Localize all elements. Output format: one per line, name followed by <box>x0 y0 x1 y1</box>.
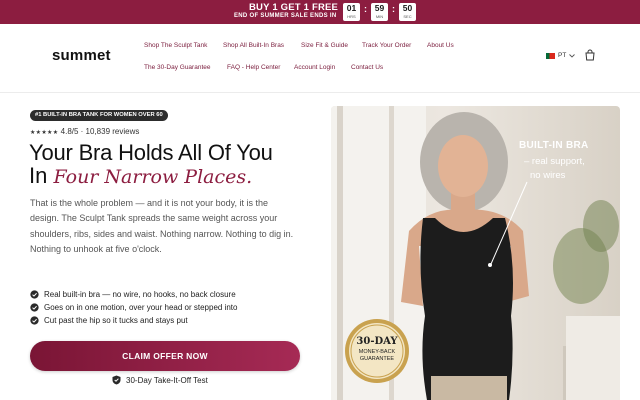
claim-offer-button[interactable]: CLAIM OFFER NOW <box>30 341 300 371</box>
nav-faq-help-center[interactable]: FAQ - Help Center <box>227 64 280 71</box>
chevron-down-icon <box>569 53 576 58</box>
benefit-item: Goes on in one motion, over your head or… <box>30 301 237 314</box>
promo-headline: BUY 1 GET 1 FREE <box>249 2 339 13</box>
overlay-line: no wires <box>530 170 566 181</box>
overlay-line: – real support, <box>524 156 585 167</box>
countdown-timer: 01 HRS : 59 MIN : 50 SEC <box>343 3 416 21</box>
benefit-item: Cut past the hip so it tucks and stays p… <box>30 314 237 327</box>
seal-line: MONEY-BACK <box>358 349 396 355</box>
timer-seconds: 50 SEC <box>399 3 416 21</box>
nav-shop-built-in-bras[interactable]: Shop All Built-In Bras <box>223 42 284 49</box>
nav-account-login[interactable]: Account Login <box>294 64 335 71</box>
cart-icon[interactable] <box>584 49 596 61</box>
timer-minutes: 59 MIN <box>371 3 388 21</box>
nav-contact-us[interactable]: Contact Us <box>351 64 383 71</box>
nav-track-order[interactable]: Track Your Order <box>362 42 411 49</box>
portugal-flag-icon <box>546 52 555 59</box>
hero-body-text: That is the whole problem — and it is no… <box>30 198 294 254</box>
check-badge-icon <box>30 303 39 312</box>
nav-about-us[interactable]: About Us <box>427 42 454 49</box>
hero-badge: #1 BUILT-IN BRA TANK FOR WOMEN OVER 60 <box>30 110 168 121</box>
nav-30-day-guarantee[interactable]: The 30-Day Guarantee <box>144 64 210 71</box>
hero-headline-accent: Four Narrow Places. <box>53 166 253 188</box>
hero-headline-line2: In Four Narrow Places. <box>29 163 253 188</box>
shield-check-icon <box>112 375 121 385</box>
promo-bar: BUY 1 GET 1 FREE END OF SUMMER SALE ENDS… <box>0 0 640 24</box>
nav-size-fit-guide[interactable]: Size Fit & Guide <box>301 42 348 49</box>
promo-subline: END OF SUMMER SALE ENDS IN <box>234 13 337 19</box>
language-code: PT <box>558 52 567 59</box>
language-selector[interactable]: PT <box>546 52 576 59</box>
seal-line: GUARANTEE <box>359 356 395 362</box>
benefit-item: Real built-in bra — no wire, no hooks, n… <box>30 288 237 301</box>
check-badge-icon <box>30 316 39 325</box>
rating-summary: ★★★★★ 4.8/5 · 10,839 reviews <box>30 127 139 136</box>
benefit-list: Real built-in bra — no wire, no hooks, n… <box>30 288 237 327</box>
rating-stars: ★★★★★ <box>30 130 59 136</box>
rating-text: 4.8/5 · 10,839 reviews <box>60 127 140 136</box>
timer-hours: 01 HRS <box>343 3 360 21</box>
header-divider <box>0 92 640 93</box>
seal-days: 30-DAY <box>356 336 398 347</box>
guarantee-note: 30-Day Take-It-Off Test <box>112 375 208 385</box>
site-logo[interactable]: summet <box>52 47 111 64</box>
money-back-seal: 30-DAY MONEY-BACK GUARANTEE <box>344 318 410 384</box>
nav-shop-sculpt-tank[interactable]: Shop The Sculpt Tank <box>144 42 207 49</box>
check-badge-icon <box>30 290 39 299</box>
overlay-title: BUILT-IN BRA <box>519 140 589 151</box>
